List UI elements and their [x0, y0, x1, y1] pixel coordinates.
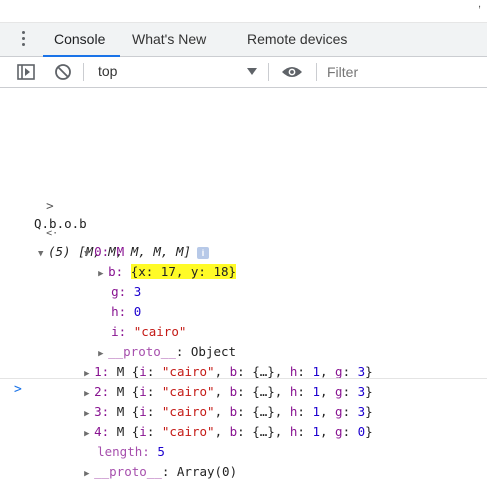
array-item[interactable]: ▶ 2: M {i: "cairo", b: {…}, h: 1, g: 3}: [54, 365, 373, 399]
clear-console-icon[interactable]: [54, 63, 72, 81]
collapse-triangle-icon[interactable]: ▶: [84, 465, 94, 483]
prompt-divider: [0, 378, 487, 379]
item-g-value: 0: [357, 424, 366, 439]
prop-i: i: "cairo": [81, 305, 186, 339]
context-selector[interactable]: top: [98, 63, 117, 79]
item-h-value: 1: [312, 424, 320, 439]
filter-input[interactable]: [325, 62, 479, 82]
prop-proto[interactable]: ▶ __proto__: Object: [68, 325, 236, 359]
toolbar-separator: [268, 63, 269, 81]
devtools-tab-bar: Console What's New Remote devices: [0, 22, 487, 57]
dropdown-arrow-icon[interactable]: [247, 68, 257, 76]
toolbar-separator: [316, 63, 317, 81]
corner-mark: ,: [477, 0, 481, 10]
result-summary[interactable]: <· ▼ (5) [M, M, M, M, M] i: [16, 205, 209, 259]
expand-triangle-icon[interactable]: ▼: [38, 245, 48, 263]
array-proto[interactable]: ▶ __proto__: Array(0): [54, 445, 237, 479]
array-item[interactable]: ▶ 3: M {i: "cairo", b: {…}, h: 1, g: 3}: [54, 385, 373, 419]
top-strip: ,: [0, 0, 487, 22]
prompt-icon[interactable]: >: [14, 382, 22, 397]
array-proto-value: : Array(0): [161, 464, 238, 479]
kebab-menu-icon[interactable]: [22, 31, 26, 49]
prop-b[interactable]: ▶ b: {x: 17, y: 18}: [68, 245, 237, 279]
input-line: > Q.b.o.b: [16, 179, 87, 231]
array-item[interactable]: ▶ 1: M {i: "cairo", b: {…}, h: 1, g: 3}: [54, 345, 373, 379]
tab-whats-new[interactable]: What's New: [132, 31, 206, 47]
toolbar-separator: [83, 63, 84, 81]
array-proto-key: __proto__: [94, 464, 162, 479]
eye-icon[interactable]: [281, 65, 303, 79]
item-0-header[interactable]: ▼ 0: M: [54, 225, 124, 259]
prop-g: g: 3: [81, 265, 141, 299]
dock-sidebar-icon[interactable]: [17, 64, 35, 80]
prop-h: h: 0: [81, 285, 141, 319]
array-item[interactable]: ▶ 4: M {i: "cairo", b: {…}, h: 1, g: 0}: [54, 405, 373, 439]
prop-b-value: {x: 17, y: 18}: [130, 264, 237, 279]
length-prop: length: 5: [67, 425, 165, 459]
tab-console[interactable]: Console: [54, 31, 105, 47]
tab-remote-devices[interactable]: Remote devices: [247, 31, 347, 47]
item-i-value: "cairo": [161, 424, 215, 439]
console-toolbar: top: [0, 57, 487, 88]
